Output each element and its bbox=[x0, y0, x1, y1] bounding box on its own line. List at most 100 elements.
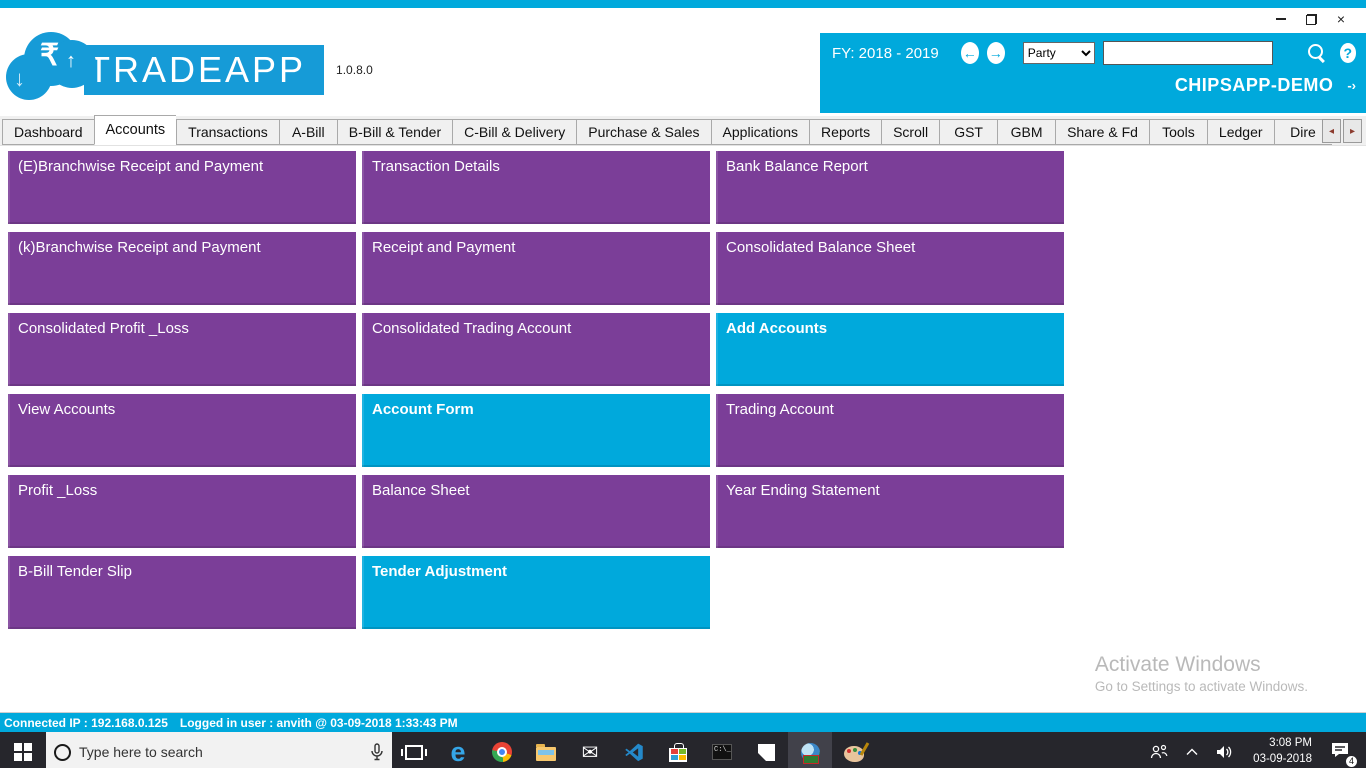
taskbar-search-placeholder: Type here to search bbox=[79, 744, 362, 760]
task-view-icon bbox=[405, 745, 423, 760]
tab-purchase-sales[interactable]: Purchase & Sales bbox=[576, 119, 710, 145]
volume-button[interactable] bbox=[1209, 732, 1241, 768]
tile-transaction-details[interactable]: Transaction Details bbox=[362, 151, 710, 224]
system-tray: 3:08 PM 03-09-2018 4 bbox=[1143, 732, 1366, 768]
action-center-button[interactable]: 4 bbox=[1324, 741, 1360, 764]
tab-accounts[interactable]: Accounts bbox=[94, 115, 177, 145]
activate-windows-watermark: Activate Windows Go to Settings to activ… bbox=[1095, 653, 1308, 694]
tab-c-bill-delivery[interactable]: C-Bill & Delivery bbox=[452, 119, 576, 145]
taskbar-item-file-explorer[interactable] bbox=[524, 732, 568, 768]
close-button[interactable]: × bbox=[1326, 10, 1356, 28]
window-titlebar: × bbox=[0, 8, 1366, 30]
cortana-icon bbox=[54, 744, 71, 761]
taskbar-item-cmd[interactable]: C:\_ bbox=[700, 732, 744, 768]
tab-scroll[interactable]: Scroll bbox=[881, 119, 939, 145]
connected-ip-label: Connected IP : 192.168.0.125 bbox=[4, 716, 168, 730]
taskbar-search-box[interactable]: Type here to search bbox=[46, 732, 392, 768]
next-year-button[interactable]: → bbox=[987, 42, 1005, 64]
tradeapp-icon bbox=[801, 743, 820, 762]
taskbar-item-notes[interactable] bbox=[744, 732, 788, 768]
cmd-icon: C:\_ bbox=[712, 744, 732, 760]
edge-icon: e bbox=[450, 739, 465, 766]
store-icon bbox=[669, 748, 687, 762]
help-icon[interactable]: ? bbox=[1340, 43, 1356, 63]
chevron-up-icon bbox=[1186, 748, 1198, 756]
app-logo: ↓ ₹ ↑ TRADEAPP 1.0.8.0 bbox=[6, 32, 373, 108]
activate-windows-line1: Activate Windows bbox=[1095, 653, 1308, 677]
taskbar-item-paint[interactable] bbox=[832, 732, 876, 768]
tile-bank-balance-report[interactable]: Bank Balance Report bbox=[716, 151, 1064, 224]
company-name-label: CHIPSAPP-DEMO bbox=[1175, 75, 1334, 96]
file-explorer-icon bbox=[536, 747, 556, 761]
tab-tools[interactable]: Tools bbox=[1149, 119, 1207, 145]
tile-balance-sheet[interactable]: Balance Sheet bbox=[362, 475, 710, 548]
logo-down-arrow-icon: ↓ bbox=[14, 66, 25, 92]
windows-taskbar: Type here to search e ✉ C:\_ bbox=[0, 732, 1366, 768]
tile-consolidated-profit-loss[interactable]: Consolidated Profit _Loss bbox=[8, 313, 356, 386]
main-tabbar: DashboardAccountsTransactionsA-BillB-Bil… bbox=[0, 116, 1366, 146]
tile--e-branchwise-receipt-and-payment[interactable]: (E)Branchwise Receipt and Payment bbox=[8, 151, 356, 224]
logo-up-arrow-icon: ↑ bbox=[66, 50, 76, 73]
taskbar-item-vscode[interactable] bbox=[612, 732, 656, 768]
tab-transactions[interactable]: Transactions bbox=[176, 119, 279, 145]
tile-consolidated-balance-sheet[interactable]: Consolidated Balance Sheet bbox=[716, 232, 1064, 305]
taskbar-clock[interactable]: 3:08 PM 03-09-2018 bbox=[1245, 736, 1320, 767]
tile-profit-loss[interactable]: Profit _Loss bbox=[8, 475, 356, 548]
tab-dashboard[interactable]: Dashboard bbox=[2, 119, 94, 145]
status-bar: Connected IP : 192.168.0.125 Logged in u… bbox=[0, 712, 1366, 732]
header-search-input[interactable] bbox=[1103, 41, 1273, 65]
tile-consolidated-trading-account[interactable]: Consolidated Trading Account bbox=[362, 313, 710, 386]
accounts-tab-content: (E)Branchwise Receipt and PaymentTransac… bbox=[0, 146, 1366, 712]
tile-grid: (E)Branchwise Receipt and PaymentTransac… bbox=[8, 151, 1064, 629]
app-title: TRADEAPP bbox=[88, 49, 306, 91]
tab-gbm[interactable]: GBM bbox=[997, 119, 1055, 145]
clock-date: 03-09-2018 bbox=[1253, 752, 1312, 768]
activate-windows-line2: Go to Settings to activate Windows. bbox=[1095, 679, 1308, 694]
tab-b-bill-tender[interactable]: B-Bill & Tender bbox=[337, 119, 452, 145]
windows-logo-icon bbox=[14, 743, 32, 761]
tile-add-accounts[interactable]: Add Accounts bbox=[716, 313, 1064, 386]
start-button[interactable] bbox=[0, 732, 46, 768]
tile-b-bill-tender-slip[interactable]: B-Bill Tender Slip bbox=[8, 556, 356, 629]
restore-icon bbox=[1306, 14, 1317, 25]
minimize-button[interactable] bbox=[1266, 10, 1296, 28]
header-expander-icon[interactable]: -› bbox=[1347, 82, 1356, 90]
tray-expand-button[interactable] bbox=[1179, 732, 1205, 768]
taskbar-item-tradeapp-active[interactable] bbox=[788, 732, 832, 768]
restore-button[interactable] bbox=[1296, 10, 1326, 28]
tile-account-form[interactable]: Account Form bbox=[362, 394, 710, 467]
tab-applications[interactable]: Applications bbox=[711, 119, 810, 145]
tile-year-ending-statement[interactable]: Year Ending Statement bbox=[716, 475, 1064, 548]
tab-reports[interactable]: Reports bbox=[809, 119, 881, 145]
tile-trading-account[interactable]: Trading Account bbox=[716, 394, 1064, 467]
tab-a-bill[interactable]: A-Bill bbox=[279, 119, 337, 145]
tab-scroll-right-button[interactable]: ▸ bbox=[1343, 119, 1362, 143]
tile-receipt-and-payment[interactable]: Receipt and Payment bbox=[362, 232, 710, 305]
taskbar-item-edge[interactable]: e bbox=[436, 732, 480, 768]
taskbar-item-mail[interactable]: ✉ bbox=[568, 732, 612, 768]
taskbar-item-store[interactable] bbox=[656, 732, 700, 768]
tab-gst[interactable]: GST bbox=[939, 119, 997, 145]
paint-icon bbox=[844, 746, 864, 762]
vscode-icon bbox=[624, 742, 644, 762]
tab-ledger[interactable]: Ledger bbox=[1207, 119, 1274, 145]
microphone-icon[interactable] bbox=[370, 743, 384, 761]
prev-year-button[interactable]: ← bbox=[961, 42, 979, 64]
people-button[interactable] bbox=[1143, 732, 1175, 768]
task-view-button[interactable] bbox=[392, 732, 436, 768]
notification-badge: 4 bbox=[1345, 755, 1358, 768]
chrome-icon bbox=[492, 742, 512, 762]
tab-scroll-left-button[interactable]: ◂ bbox=[1322, 119, 1341, 143]
people-icon bbox=[1150, 744, 1168, 760]
app-header: ↓ ₹ ↑ TRADEAPP 1.0.8.0 FY: 2018 - 2019 ←… bbox=[0, 30, 1366, 116]
taskbar-item-chrome[interactable] bbox=[480, 732, 524, 768]
tile-view-accounts[interactable]: View Accounts bbox=[8, 394, 356, 467]
tile-tender-adjustment[interactable]: Tender Adjustment bbox=[362, 556, 710, 629]
tile--k-branchwise-receipt-and-payment[interactable]: (k)Branchwise Receipt and Payment bbox=[8, 232, 356, 305]
party-dropdown[interactable]: Party bbox=[1023, 42, 1095, 64]
search-icon[interactable] bbox=[1307, 43, 1323, 63]
tab-share-fd[interactable]: Share & Fd bbox=[1055, 119, 1149, 145]
app-accent-strip bbox=[0, 0, 1366, 8]
clock-time: 3:08 PM bbox=[1253, 736, 1312, 752]
logged-in-user-label: Logged in user : anvith @ 03-09-2018 1:3… bbox=[180, 716, 458, 730]
